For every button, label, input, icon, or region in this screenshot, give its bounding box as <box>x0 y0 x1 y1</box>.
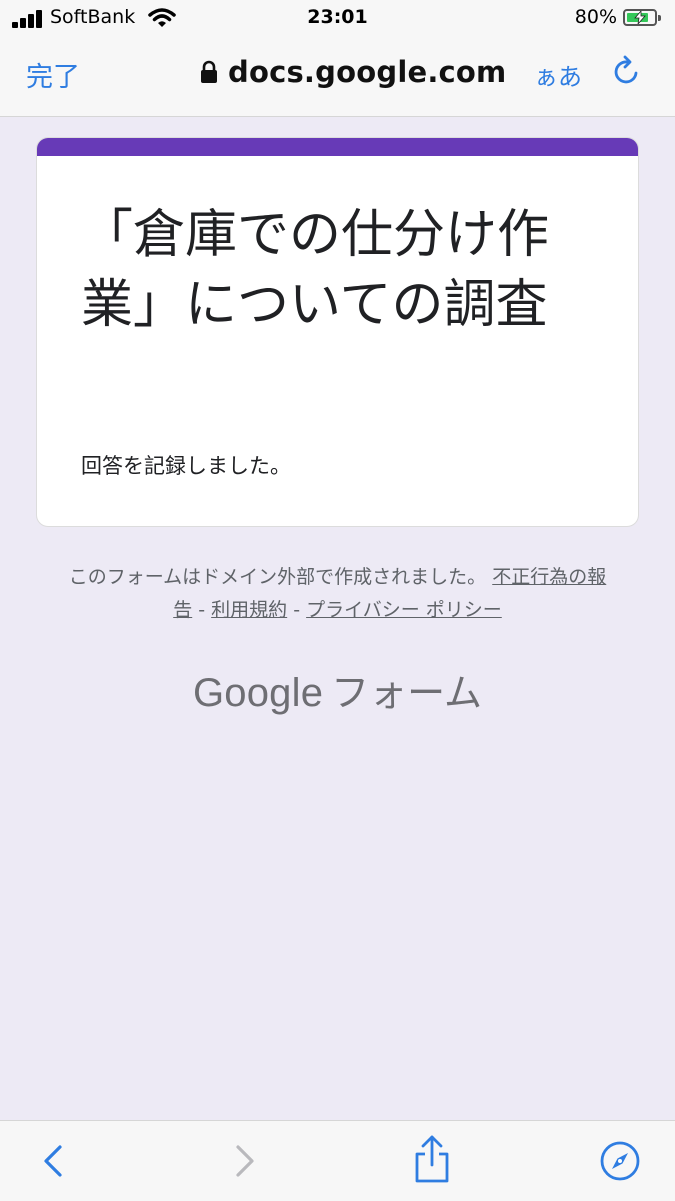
browser-toolbar <box>0 1120 675 1201</box>
battery-percent: 80% <box>574 6 617 28</box>
google-forms-logo[interactable]: Google フォーム <box>0 662 675 717</box>
status-bar: SoftBank 23:01 80% <box>0 0 675 38</box>
card-accent-bar <box>37 138 638 156</box>
reload-icon[interactable] <box>610 54 644 88</box>
forward-icon[interactable] <box>222 1139 266 1183</box>
footer-separator: - <box>192 599 212 621</box>
status-time: 23:01 <box>307 6 368 28</box>
address-text: docs.google.com <box>228 55 507 89</box>
compass-icon[interactable] <box>598 1139 642 1183</box>
form-card: 「倉庫での仕分け作業」についての調査 回答を記録しました。 <box>36 137 639 527</box>
lock-icon <box>201 60 217 83</box>
back-icon[interactable] <box>32 1139 76 1183</box>
battery-icon <box>623 9 661 26</box>
form-title: 「倉庫での仕分け作業」についての調査 <box>81 205 550 335</box>
brand-forms: フォーム <box>331 671 483 715</box>
external-domain-notice: このフォームはドメイン外部で作成されました。 <box>68 566 487 588</box>
footer-separator: - <box>287 599 307 621</box>
brand-google: Google <box>192 671 324 715</box>
footer-notice: このフォームはドメイン外部で作成されました。 不正行為の報告 - 利用規約 - … <box>60 561 615 627</box>
text-size-button[interactable]: ぁあ <box>534 57 582 92</box>
address-bar[interactable]: docs.google.com <box>200 52 506 92</box>
privacy-policy-link[interactable]: プライバシー ポリシー <box>306 599 502 621</box>
terms-link[interactable]: 利用規約 <box>211 599 287 621</box>
share-icon[interactable] <box>410 1133 454 1185</box>
confirmation-message: 回答を記録しました。 <box>81 454 291 478</box>
browser-nav-bar: 完了 docs.google.com ぁあ <box>0 38 675 117</box>
done-button[interactable]: 完了 <box>26 55 80 94</box>
